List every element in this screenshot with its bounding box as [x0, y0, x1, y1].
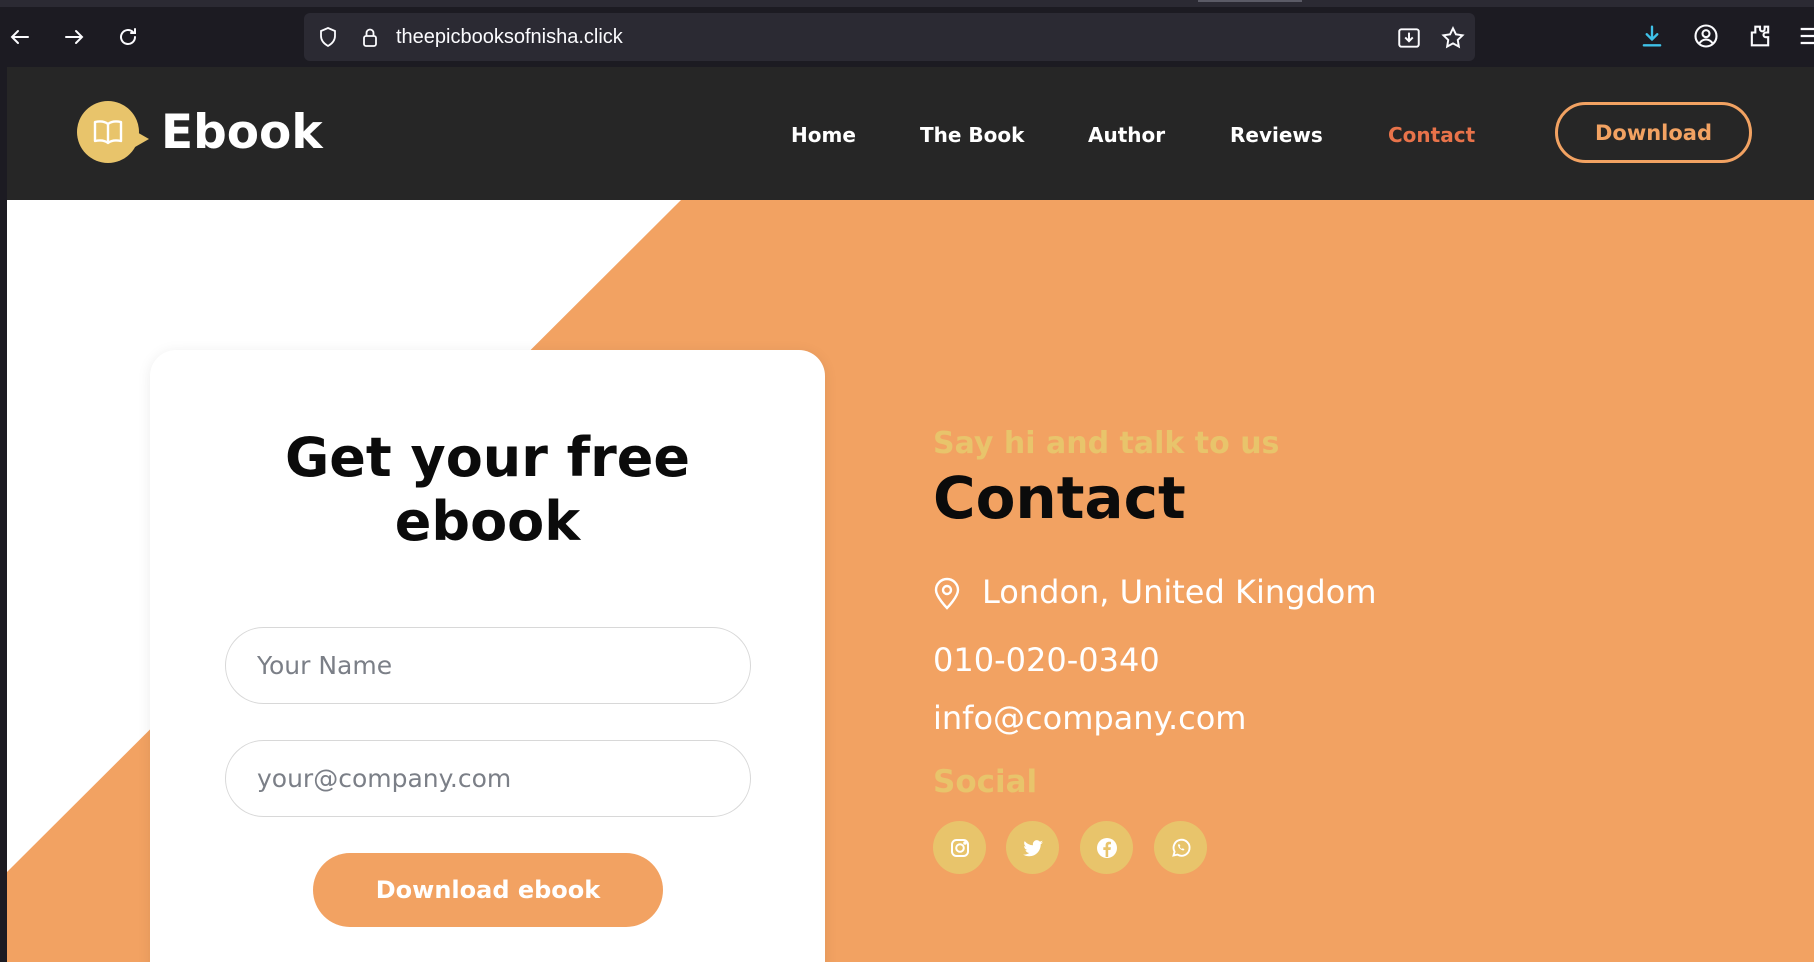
- menu-icon[interactable]: [1796, 22, 1814, 50]
- header-download-button[interactable]: Download: [1555, 102, 1752, 163]
- url-bar[interactable]: theepicbooksofnisha.click: [304, 13, 1475, 61]
- tab-strip: [0, 0, 1814, 7]
- form-title-line1: Get your free: [284, 426, 691, 489]
- form-title: Get your free ebook: [150, 426, 825, 554]
- contact-section: Get your free ebook Your Name your@compa…: [7, 200, 1814, 962]
- whatsapp-button[interactable]: [1154, 821, 1207, 874]
- nav-reviews[interactable]: Reviews: [1230, 123, 1323, 147]
- facebook-icon: [1096, 837, 1117, 858]
- nav-home[interactable]: Home: [791, 123, 856, 147]
- bookmark-star-icon[interactable]: [1440, 25, 1466, 51]
- active-tab-indicator[interactable]: [1198, 0, 1302, 2]
- social-title: Social: [933, 764, 1038, 800]
- downloads-icon[interactable]: [1638, 22, 1666, 50]
- location-pin-icon: [934, 577, 960, 610]
- contact-title: Contact: [933, 464, 1186, 532]
- site-header: Ebook Home The Book Author Reviews Conta…: [7, 67, 1814, 200]
- browser-toolbar: theepicbooksofnisha.click: [0, 0, 1814, 67]
- name-input[interactable]: Your Name: [225, 627, 751, 704]
- whatsapp-icon: [1171, 838, 1190, 857]
- back-icon[interactable]: [3, 20, 37, 54]
- download-ebook-button[interactable]: Download ebook: [313, 853, 663, 927]
- forward-icon[interactable]: [57, 20, 91, 54]
- logo-badge[interactable]: [77, 101, 149, 163]
- nav-contact[interactable]: Contact: [1388, 123, 1475, 147]
- twitter-icon: [1022, 839, 1043, 856]
- website-viewport: Ebook Home The Book Author Reviews Conta…: [7, 67, 1814, 962]
- account-icon[interactable]: [1692, 22, 1720, 50]
- extensions-icon[interactable]: [1746, 22, 1774, 50]
- logo-text[interactable]: Ebook: [161, 105, 323, 160]
- save-page-icon[interactable]: [1396, 25, 1422, 51]
- contact-phone[interactable]: 010-020-0340: [933, 641, 1160, 679]
- nav-author[interactable]: Author: [1088, 123, 1165, 147]
- lock-icon[interactable]: [358, 25, 382, 49]
- ebook-form-card: Get your free ebook Your Name your@compa…: [150, 350, 825, 962]
- form-title-line2: ebook: [394, 490, 581, 553]
- book-icon: [93, 120, 123, 145]
- contact-location: London, United Kingdom: [982, 573, 1377, 611]
- nav-the-book[interactable]: The Book: [920, 123, 1024, 147]
- instagram-icon: [950, 838, 969, 857]
- url-text[interactable]: theepicbooksofnisha.click: [396, 26, 623, 49]
- email-input[interactable]: your@company.com: [225, 740, 751, 817]
- contact-eyebrow: Say hi and talk to us: [933, 426, 1280, 461]
- reload-icon[interactable]: [111, 20, 145, 54]
- shield-icon[interactable]: [316, 25, 340, 49]
- facebook-button[interactable]: [1080, 821, 1133, 874]
- contact-email[interactable]: info@company.com: [933, 699, 1246, 737]
- twitter-button[interactable]: [1006, 821, 1059, 874]
- instagram-button[interactable]: [933, 821, 986, 874]
